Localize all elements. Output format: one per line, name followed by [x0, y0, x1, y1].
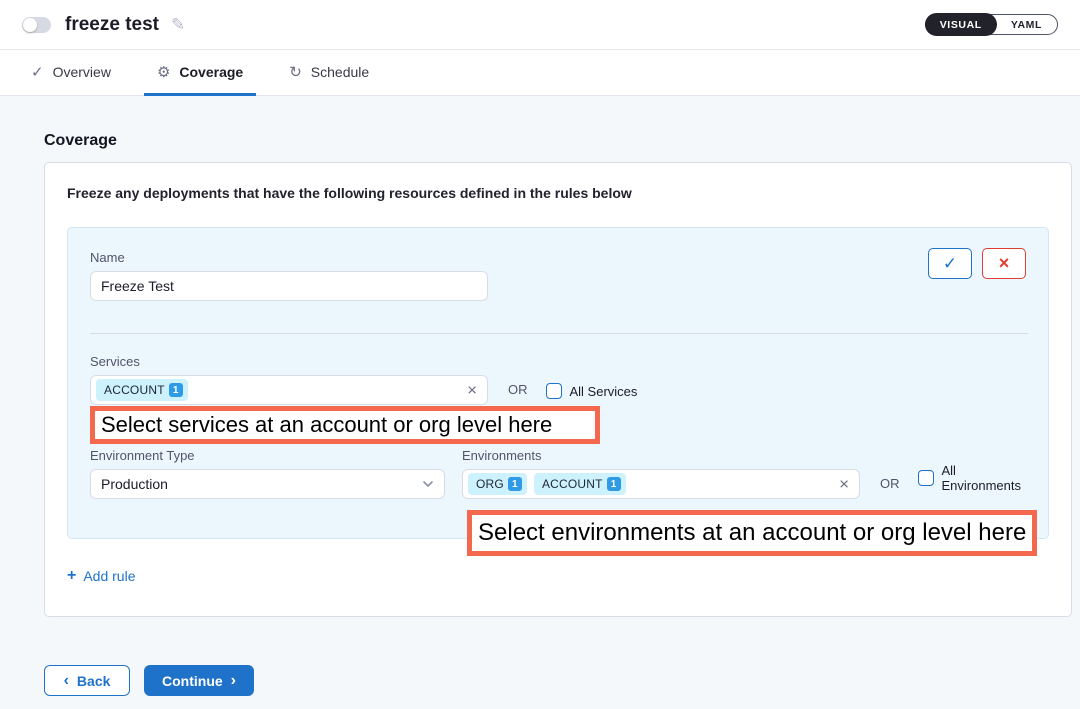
services-or-label: OR	[508, 382, 528, 397]
chip-text: ACCOUNT	[542, 477, 603, 491]
tab-schedule-label: Schedule	[311, 64, 369, 80]
name-field-group: Name	[90, 250, 1026, 301]
add-rule-button[interactable]: + Add rule	[67, 567, 136, 585]
environments-org-chip[interactable]: ORG 1	[468, 473, 527, 495]
wizard-footer: ‹ Back Continue ›	[44, 665, 1080, 696]
chip-text: ACCOUNT	[104, 383, 165, 397]
continue-button[interactable]: Continue ›	[144, 665, 254, 696]
tab-coverage-label: Coverage	[179, 64, 243, 80]
chevron-down-icon	[422, 480, 434, 488]
environments-annotation: Select environments at an account or org…	[467, 510, 1037, 556]
tab-coverage[interactable]: ⚙ Coverage	[144, 50, 256, 96]
card-description: Freeze any deployments that have the fol…	[67, 185, 1049, 201]
plus-icon: +	[67, 567, 76, 585]
all-services-label: All Services	[570, 384, 638, 399]
chevron-left-icon: ‹	[64, 672, 69, 690]
chip-count-badge: 1	[508, 477, 522, 491]
edit-title-icon[interactable]: ✎	[171, 15, 185, 35]
top-bar: freeze test ✎ VISUAL YAML	[0, 0, 1080, 50]
environment-type-value: Production	[101, 476, 168, 492]
add-rule-label: Add rule	[83, 568, 135, 584]
delete-rule-button[interactable]: ×	[982, 248, 1026, 279]
environments-multiselect[interactable]: ORG 1 ACCOUNT 1 ×	[462, 469, 860, 499]
visual-yaml-toggle: VISUAL YAML	[925, 14, 1058, 35]
continue-button-label: Continue	[162, 673, 223, 689]
chip-count-badge: 1	[169, 383, 183, 397]
check-icon: ✓	[31, 63, 44, 81]
back-button-label: Back	[77, 673, 110, 689]
tab-overview[interactable]: ✓ Overview	[18, 50, 124, 96]
environment-type-group: Environment Type Production	[90, 448, 445, 499]
services-clear-icon[interactable]: ×	[467, 382, 477, 399]
coverage-card: Freeze any deployments that have the fol…	[44, 162, 1072, 617]
toggle-knob	[23, 18, 37, 32]
environment-row: Environment Type Production Environments…	[90, 448, 1026, 499]
panel-divider	[90, 333, 1028, 334]
schedule-clock-icon: ↻	[289, 63, 302, 81]
chip-text: ORG	[476, 477, 504, 491]
back-button[interactable]: ‹ Back	[44, 665, 130, 696]
all-environments-option[interactable]: All Environments	[918, 463, 1027, 493]
environment-type-label: Environment Type	[90, 448, 445, 463]
apply-rule-button[interactable]: ✓	[928, 248, 972, 279]
services-multiselect[interactable]: ACCOUNT 1 ×	[90, 375, 488, 405]
environment-type-select[interactable]: Production	[90, 469, 445, 499]
services-annotation: Select services at an account or org lev…	[90, 406, 600, 444]
environments-group: Environments ORG 1 ACCOUNT 1 ×	[462, 448, 860, 499]
visual-mode-button[interactable]: VISUAL	[925, 13, 997, 36]
services-row: Services ACCOUNT 1 × OR All Services	[90, 354, 1026, 405]
environments-account-chip[interactable]: ACCOUNT 1	[534, 473, 626, 495]
freeze-enable-toggle[interactable]	[22, 17, 51, 33]
gear-icon: ⚙	[157, 63, 170, 81]
name-label: Name	[90, 250, 1026, 265]
page-title: freeze test	[65, 14, 159, 36]
freeze-rule-panel: ✓ × Name Services ACCOUNT 1	[67, 227, 1049, 539]
services-label: Services	[90, 354, 488, 369]
section-title: Coverage	[44, 132, 1080, 150]
services-field-group: Services ACCOUNT 1 ×	[90, 354, 488, 405]
environments-or-label: OR	[880, 476, 900, 491]
all-environments-label: All Environments	[942, 463, 1027, 493]
tab-overview-label: Overview	[53, 64, 111, 80]
services-account-chip[interactable]: ACCOUNT 1	[96, 379, 188, 401]
rule-name-input[interactable]	[90, 271, 488, 301]
tab-schedule[interactable]: ↻ Schedule	[276, 50, 382, 96]
wizard-tabs: ✓ Overview ⚙ Coverage ↻ Schedule	[0, 50, 1080, 96]
chevron-right-icon: ›	[231, 672, 236, 690]
chip-count-badge: 1	[607, 477, 621, 491]
coverage-page: Coverage Freeze any deployments that hav…	[0, 96, 1080, 709]
yaml-mode-button[interactable]: YAML	[996, 14, 1057, 35]
environments-clear-icon[interactable]: ×	[839, 476, 849, 493]
environments-label: Environments	[462, 448, 860, 463]
all-services-option[interactable]: All Services	[546, 383, 638, 399]
rule-actions: ✓ ×	[928, 248, 1026, 279]
all-services-checkbox[interactable]	[546, 383, 562, 399]
all-environments-checkbox[interactable]	[918, 470, 934, 486]
